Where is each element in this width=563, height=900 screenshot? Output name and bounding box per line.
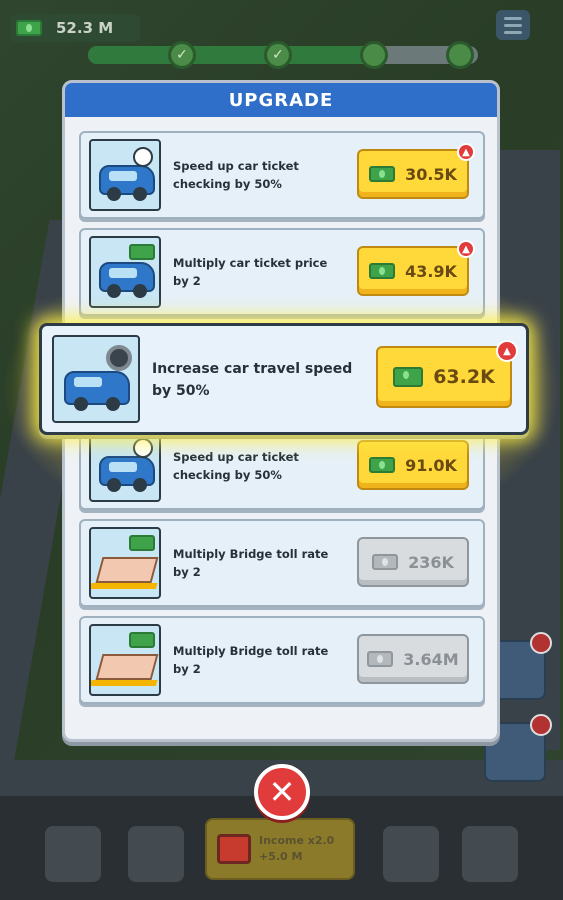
clock-icon [133,147,153,167]
milestone-checkpoint [360,41,388,69]
buy-upgrade-button[interactable]: 43.9K ▲ [357,240,475,296]
upgrade-description: Multiply Bridge toll rate by 2 [173,547,329,579]
car-ticket-icon [89,236,161,308]
upgrade-description: Speed up car ticket checking by 50% [173,450,299,482]
cash-icon [372,554,399,570]
ticket-icon[interactable] [128,826,184,882]
upgrade-description: Multiply Bridge toll rate by 2 [173,644,329,676]
upgrade-row: Multiply car ticket price by 2 43.9K ▲ [79,228,485,316]
buy-upgrade-button[interactable]: 91.0K [357,440,469,490]
upgrade-price: 3.64M [403,649,459,669]
alert-badge [530,714,552,736]
menu-icon [504,16,522,20]
upgrade-price: 63.2K [433,366,495,388]
car-tire-icon [52,335,140,423]
tire-icon [106,345,132,371]
clock-icon [133,438,153,458]
car-icon [99,262,155,298]
income-boost-button[interactable]: Income x2.0 +5.0 M [205,818,355,880]
arrow-up-icon: ▲ [496,340,518,362]
buy-upgrade-button[interactable]: 30.5K ▲ [357,143,475,199]
upgrade-price: 236K [408,552,454,572]
cards-icon[interactable] [45,826,101,882]
cash-icon [16,20,42,36]
highlighted-upgrade-row: Increase car travel speed by 50% 63.2K ▲ [39,323,529,435]
bridge-icon [95,557,159,583]
menu-button[interactable] [496,10,530,40]
upgrade-price: 43.9K [405,261,457,281]
upgrade-description: Speed up car ticket checking by 50% [173,159,299,191]
video-ad-icon [217,834,251,864]
car-clock-icon [89,139,161,211]
car-icon [99,165,155,201]
buy-upgrade-button-disabled[interactable]: 236K [357,537,469,587]
upgrade-row: Multiply Bridge toll rate by 2 236K [79,519,485,607]
wheel-icon [106,397,120,411]
leaderboard-icon[interactable] [383,826,439,882]
upgrade-price: 91.0K [405,455,457,475]
income-boost-text: Income x2.0 +5.0 M [259,833,334,865]
bridge-toll-icon [89,527,161,599]
wheel-icon [133,478,147,492]
milestone-checkpoint: ✓ [264,41,292,69]
bridge-toll-icon [89,624,161,696]
panel-header: UPGRADE [65,83,497,117]
cash-icon [369,263,396,279]
bridge-icon [95,654,159,680]
toll-tag-icon [129,632,155,648]
level-progress-fill [88,46,369,64]
cash-icon [367,651,394,667]
money-counter: 52.3 M [10,14,140,42]
cash-icon [393,367,424,387]
cash-icon [369,166,396,182]
ticket-tag-icon [129,244,155,260]
car-clock-icon [89,430,161,502]
car-icon [99,456,155,492]
wheel-icon [107,478,121,492]
car-icon [64,371,130,411]
wheel-icon [74,397,88,411]
upgrade-row: Multiply Bridge toll rate by 2 3.64M [79,616,485,704]
upgrade-description: Increase car travel speed by 50% [152,361,353,399]
panel-title: UPGRADE [228,89,334,111]
income-boost-label: Income x2.0 [259,834,335,847]
wheel-icon [133,284,147,298]
menu-icon-line [504,30,522,34]
cash-icon [369,457,396,473]
alert-badge [530,632,552,654]
income-boost-amount: +5.0 M [259,850,303,863]
level-progress-bar: ✓ ✓ [88,41,478,69]
close-icon: ✕ [268,773,296,811]
milestone-checkpoint [446,41,474,69]
arrow-up-icon: ▲ [457,240,475,258]
wheel-icon [133,187,147,201]
toll-tag-icon [129,535,155,551]
wheel-icon [107,284,121,298]
wheel-icon [107,187,121,201]
upgrade-row: Speed up car ticket checking by 50% 30.5… [79,131,485,219]
shop-icon[interactable] [462,826,518,882]
upgrade-description: Multiply car ticket price by 2 [173,256,328,288]
arrow-up-icon: ▲ [457,143,475,161]
close-button[interactable]: ✕ [254,764,310,820]
buy-upgrade-button[interactable]: 63.2K ▲ [376,340,518,408]
buy-upgrade-button-disabled[interactable]: 3.64M [357,634,469,684]
upgrade-row: Speed up car ticket checking by 50% 91.0… [79,422,485,510]
menu-icon-line [504,23,522,27]
money-amount: 52.3 M [56,19,114,37]
milestone-checkpoint: ✓ [168,41,196,69]
upgrade-price: 30.5K [405,164,457,184]
